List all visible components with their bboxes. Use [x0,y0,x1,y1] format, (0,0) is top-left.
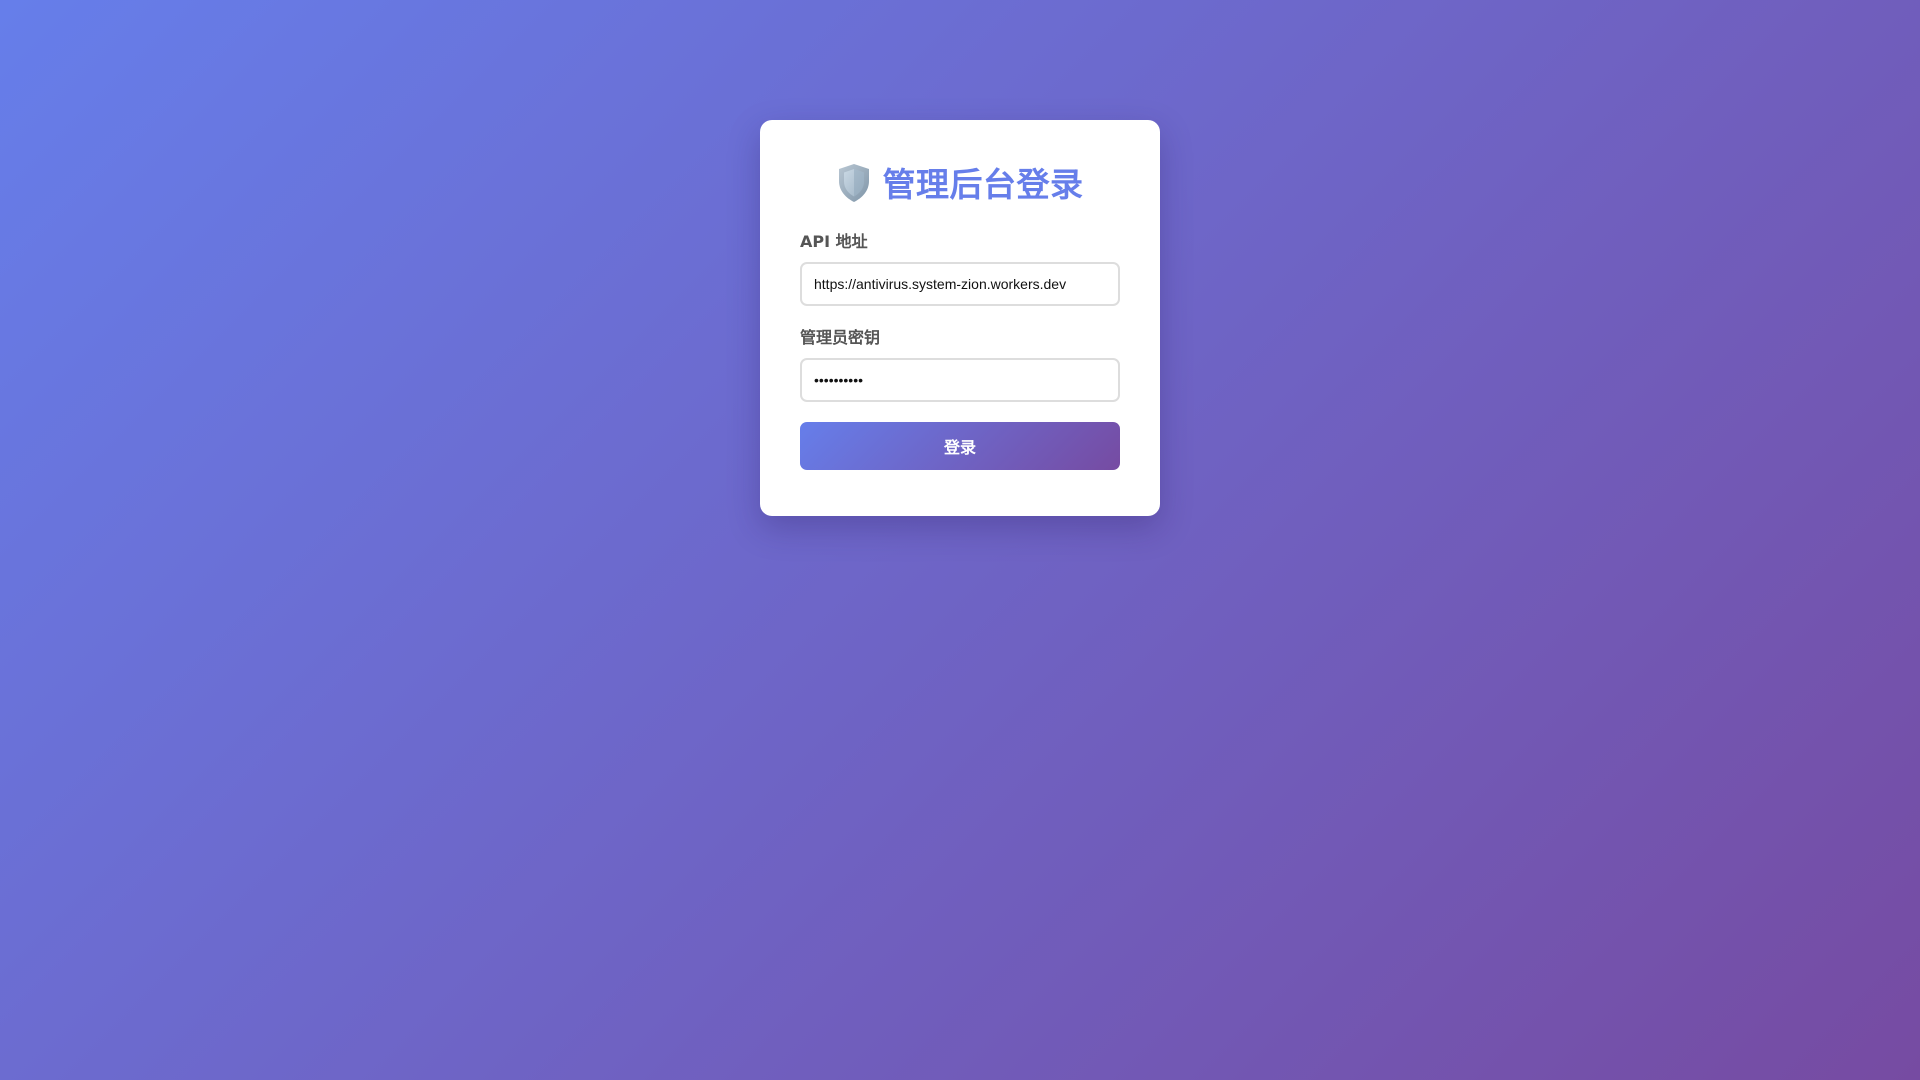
api-label: API 地址 [800,232,868,251]
login-button[interactable]: 登录 [800,422,1120,470]
admin-key-input[interactable] [800,358,1120,402]
page-title: 管理后台登录 [800,160,1120,204]
login-card: 管理后台登录 API 地址 管理员密钥 登录 [760,120,1160,516]
shield-icon [837,163,871,203]
key-label: 管理员密钥 [800,328,881,347]
api-url-input[interactable] [800,262,1120,306]
api-field-group: API 地址 [800,232,1120,306]
page-title-text: 管理后台登录 [882,165,1084,204]
key-field-group: 管理员密钥 [800,328,1120,402]
